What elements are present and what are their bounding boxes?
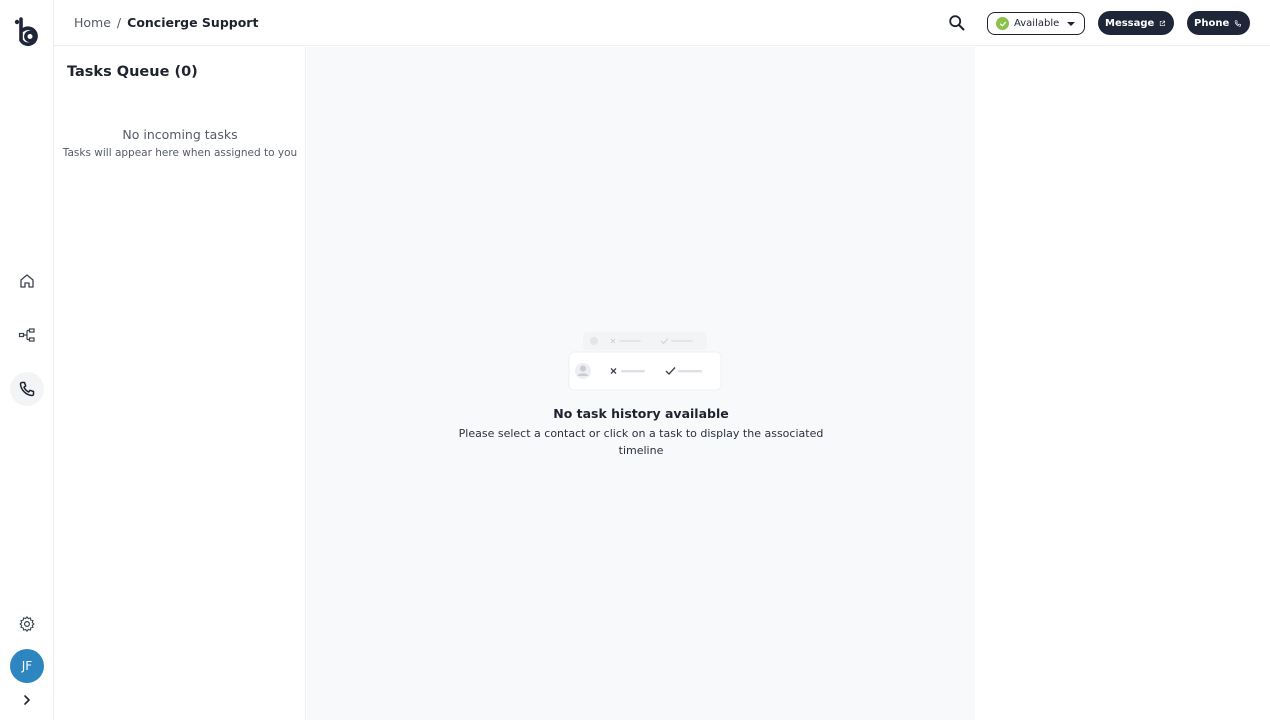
brand-logo[interactable] [14,16,40,46]
breadcrumb-current: Concierge Support [127,15,259,30]
expand-sidebar-button[interactable] [17,690,37,710]
phone-button[interactable]: Phone [1187,11,1250,35]
queue-empty-title: No incoming tasks [122,127,238,142]
sidebar-item-settings[interactable] [10,607,44,641]
message-button[interactable]: Message [1098,11,1174,35]
user-avatar[interactable]: JF [10,649,44,683]
home-icon [20,274,34,288]
breadcrumb-home-link[interactable]: Home [74,15,111,30]
tasks-queue-title: Tasks Queue (0) [67,64,198,80]
check-circle-icon [996,17,1009,30]
breadcrumb-separator: / [116,15,122,30]
sidebar-item-phone[interactable] [10,372,44,406]
task-timeline-panel: No task history available Please select … [307,47,975,720]
availability-status-dropdown[interactable]: Available [987,12,1085,35]
workflow-icon [18,328,35,342]
tasks-queue-panel: Tasks Queue (0) No incoming tasks Tasks … [54,47,306,720]
queue-empty-subtitle: Tasks will appear here when assigned to … [62,147,298,159]
caret-down-icon [1067,21,1075,26]
status-label: Available [1014,18,1060,29]
chevron-right-icon [24,695,30,705]
empty-timeline-illustration [568,332,722,391]
search-icon [949,15,965,31]
phone-icon [1234,19,1242,27]
timeline-empty-subtitle: Please select a contact or click on a ta… [458,427,824,457]
gear-icon [19,616,35,632]
message-button-label: Message [1105,17,1155,29]
phone-icon [19,381,35,397]
sidebar-item-workflows[interactable] [10,318,44,352]
left-rail: JF [0,0,54,720]
top-header: Home / Concierge Support Available Messa… [54,0,1270,46]
phone-button-label: Phone [1194,17,1230,29]
breadcrumb: Home / Concierge Support [74,15,258,30]
sidebar-item-home[interactable] [10,264,44,298]
search-button[interactable] [946,12,968,34]
contact-details-panel [976,47,1270,720]
timeline-empty-title: No task history available [553,406,729,421]
external-link-icon [1160,20,1166,26]
